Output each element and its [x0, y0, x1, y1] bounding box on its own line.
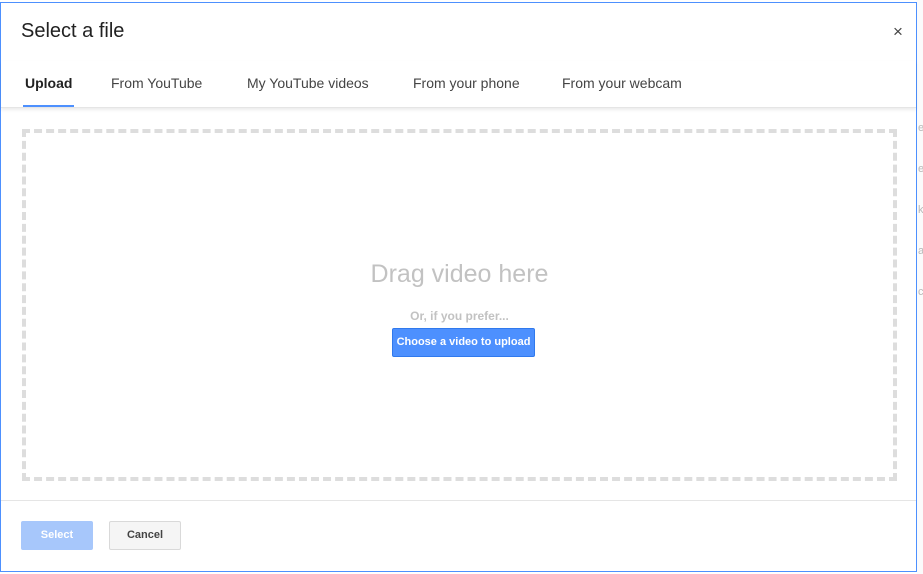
- upload-dropzone[interactable]: Drag video here Or, if you prefer... Cho…: [22, 129, 897, 481]
- dialog-title: Select a file: [21, 20, 125, 42]
- tab-from-your-webcam[interactable]: From your webcam: [562, 61, 682, 107]
- cancel-button[interactable]: Cancel: [109, 521, 181, 550]
- tab-from-your-phone[interactable]: From your phone: [413, 61, 520, 107]
- choose-video-button[interactable]: Choose a video to upload: [392, 328, 535, 357]
- footer-divider: [1, 500, 916, 501]
- or-prefer-text: Or, if you prefer...: [410, 309, 509, 323]
- background-text-fragment: e: [918, 163, 923, 175]
- tab-bar: Upload From YouTube My YouTube videos Fr…: [1, 61, 916, 108]
- background-text-fragment: a: [918, 245, 923, 257]
- background-text-fragment: k: [918, 204, 923, 216]
- select-button[interactable]: Select: [21, 521, 93, 550]
- close-icon[interactable]: ×: [889, 23, 907, 41]
- tab-upload[interactable]: Upload: [23, 61, 75, 107]
- background-page-edge: e e k a c: [917, 0, 923, 574]
- drag-video-heading: Drag video here: [370, 260, 549, 288]
- tab-from-youtube[interactable]: From YouTube: [111, 61, 202, 107]
- file-picker-dialog: Select a file × Upload From YouTube My Y…: [0, 2, 917, 572]
- tab-my-youtube-videos[interactable]: My YouTube videos: [247, 61, 369, 107]
- background-text-fragment: e: [918, 122, 923, 134]
- background-text-fragment: c: [918, 286, 923, 298]
